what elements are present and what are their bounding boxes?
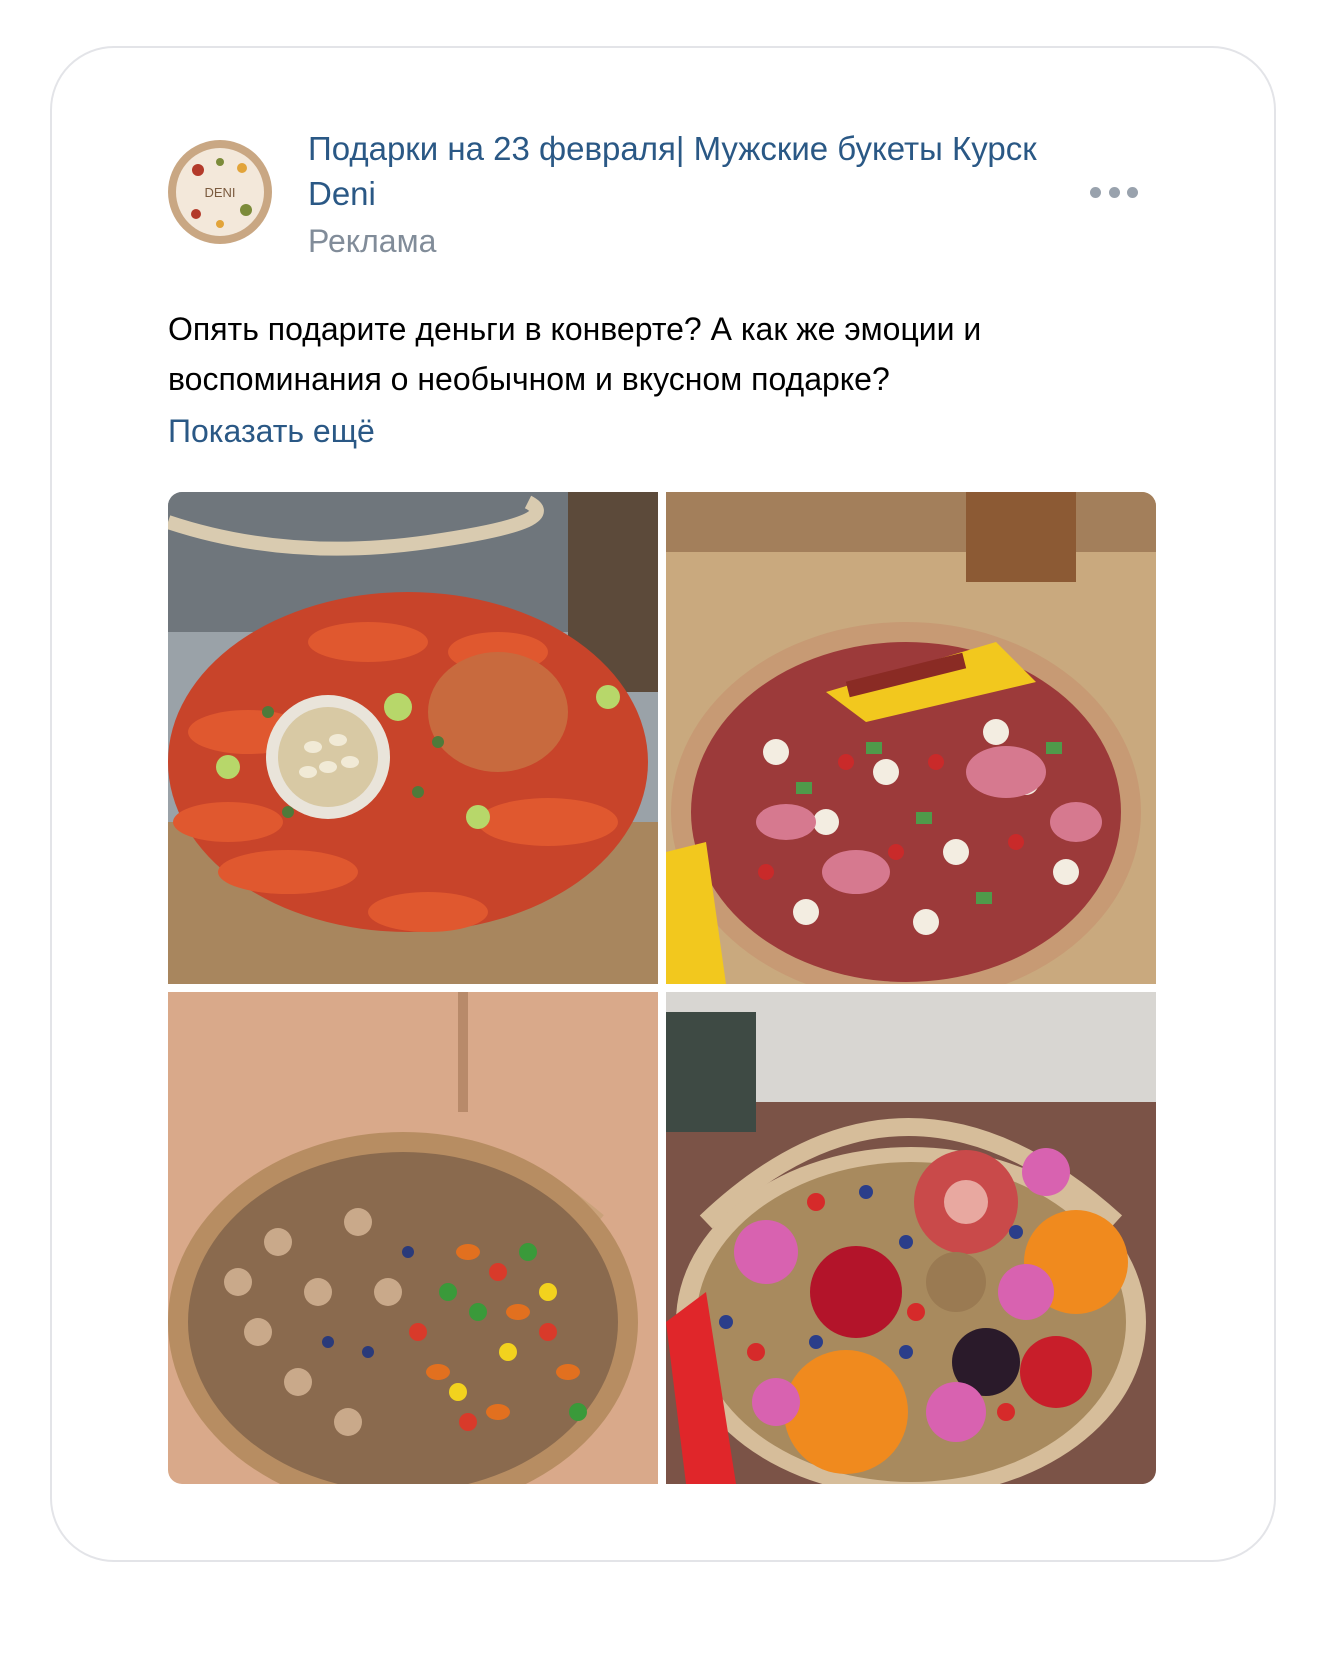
post-text: Опять подарите деньги в конверте? А как … <box>168 311 982 397</box>
photo-grid <box>168 492 1156 1484</box>
more-options-button[interactable] <box>1090 180 1138 204</box>
photo-nuts-basket[interactable] <box>168 992 658 1484</box>
group-avatar[interactable]: DENI <box>168 140 272 244</box>
photo-meat-basket[interactable] <box>666 492 1156 984</box>
show-more-link[interactable]: Показать ещё <box>168 410 375 452</box>
avatar-logo-text: DENI <box>204 185 235 200</box>
photo-crayfish[interactable] <box>168 492 658 984</box>
photo-fruit-basket[interactable] <box>666 992 1156 1484</box>
ad-label: Реклама <box>308 223 437 259</box>
group-name-link[interactable]: Подарки на 23 февраля| Мужские букеты Ку… <box>308 126 1068 216</box>
more-horizontal-icon <box>1090 186 1101 198</box>
